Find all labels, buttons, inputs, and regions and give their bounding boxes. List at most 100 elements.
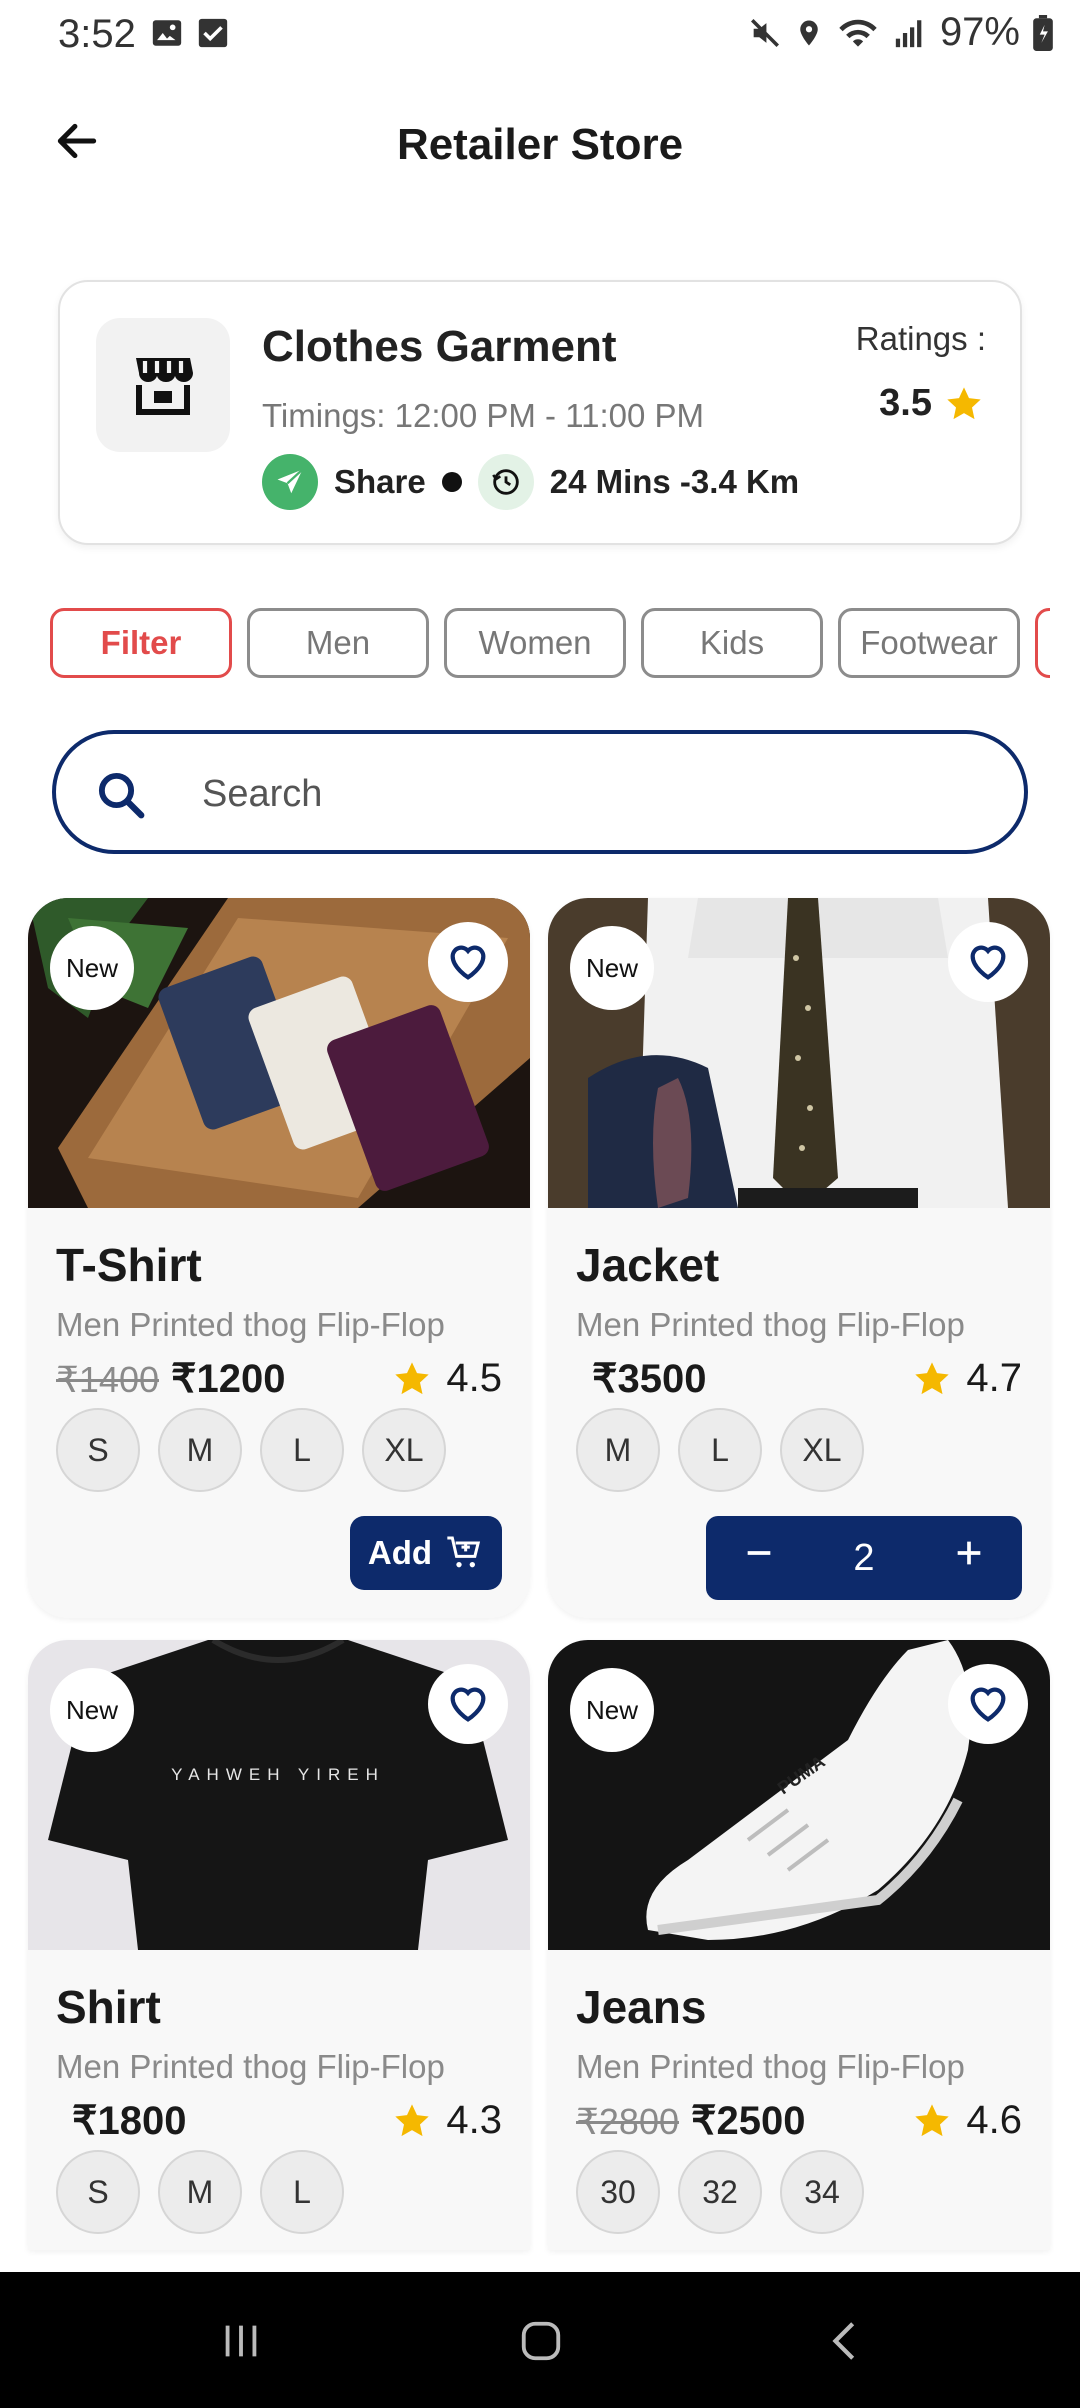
add-to-cart-button[interactable]: Add [350, 1516, 502, 1590]
product-name: T-Shirt [56, 1239, 202, 1291]
size-option[interactable]: 30 [576, 2150, 660, 2234]
system-navigation-bar [0, 2272, 1080, 2408]
size-option[interactable]: S [56, 1408, 140, 1492]
store-rating: 3.5 [879, 382, 984, 425]
chip-kids[interactable]: Kids [641, 608, 823, 678]
battery-percent: 97% [939, 10, 1020, 54]
size-option[interactable]: S [56, 2150, 140, 2234]
size-option[interactable]: L [678, 1408, 762, 1492]
product-card-tshirt[interactable]: New T-Shirt Men Printed thog Flip-Flop ₹… [28, 898, 530, 1618]
notification-icons [150, 16, 230, 50]
signal-icon [895, 19, 922, 47]
search-icon [98, 772, 145, 819]
size-option[interactable]: M [158, 1408, 242, 1492]
product-card-shirt[interactable]: YAHWEH YIREH New Shirt Men Printed thog … [28, 1640, 530, 2250]
filter-chip[interactable]: Filter [50, 608, 232, 678]
share-label[interactable]: Share [334, 463, 426, 501]
product-name: Shirt [56, 1981, 161, 2033]
new-badge: New [570, 926, 654, 1010]
rating-value: 4.3 [446, 2098, 502, 2142]
chip-footwear[interactable]: Footwear [838, 608, 1020, 678]
rating-value: 4.6 [966, 2098, 1022, 2142]
sale-price: ₹1800 [72, 2099, 187, 2143]
new-badge: New [570, 1668, 654, 1752]
star-icon [915, 1361, 950, 1394]
page-title: Retailer Store [396, 120, 684, 169]
size-option[interactable]: 34 [780, 2150, 864, 2234]
sale-price: ₹3500 [592, 1357, 707, 1401]
original-price: ₹2800 [576, 2101, 679, 2142]
delivery-time-icon-wrap [477, 454, 534, 510]
store-card: Clothes Garment Timings: 12:00 PM - 11:0… [58, 280, 1022, 545]
sale-price: ₹1200 [171, 1357, 286, 1401]
star-icon [395, 1361, 430, 1394]
product-card-jacket[interactable]: New Jacket Men Printed thog Flip-Flop ₹3… [548, 898, 1050, 1618]
size-option[interactable]: XL [362, 1408, 446, 1492]
size-option[interactable]: M [576, 1408, 660, 1492]
location-icon [800, 20, 818, 45]
favorite-button[interactable] [948, 1664, 1028, 1744]
size-options: S M L XL [56, 1408, 446, 1492]
quantity-value: 2 [853, 1536, 875, 1579]
system-icons: 97% [748, 10, 1054, 55]
product-description: Men Printed thog Flip-Flop [56, 2048, 445, 2085]
sale-price: ₹2500 [691, 2099, 806, 2143]
search-input[interactable] [202, 764, 962, 824]
add-label: Add [367, 1534, 433, 1571]
increment-button[interactable] [939, 1536, 999, 1580]
cart-add-icon [447, 1536, 481, 1568]
rating-value: 4.7 [966, 1356, 1022, 1400]
star-icon [395, 2103, 430, 2136]
product-name: Jacket [576, 1239, 720, 1291]
star-icon [947, 386, 981, 419]
mute-icon [750, 18, 779, 47]
new-badge: New [50, 1668, 134, 1752]
back-nav-icon[interactable] [822, 2318, 868, 2364]
store-name: Clothes Garment [262, 322, 617, 371]
category-chips: Filter Men Women Kids Footwear [50, 608, 1050, 680]
size-option[interactable]: L [260, 1408, 344, 1492]
heart-icon [450, 1687, 486, 1722]
heart-icon [970, 1687, 1006, 1722]
share-button[interactable] [262, 454, 318, 510]
tshirt-print: YAHWEH YIREH [171, 1765, 385, 1784]
gallery-icon [152, 20, 182, 46]
search-bar[interactable] [52, 730, 1028, 854]
size-options: M L XL [576, 1408, 864, 1492]
product-description: Men Printed thog Flip-Flop [576, 1306, 965, 1343]
recent-apps-icon[interactable] [218, 2318, 264, 2364]
delivery-info: 24 Mins -3.4 Km [549, 463, 800, 500]
product-rating: 4.7 [912, 1356, 1022, 1401]
favorite-button[interactable] [428, 922, 508, 1002]
quantity-stepper: 2 [706, 1516, 1022, 1600]
star-icon [915, 2103, 950, 2136]
heart-icon [450, 945, 486, 980]
product-description: Men Printed thog Flip-Flop [576, 2048, 965, 2085]
home-icon[interactable] [518, 2318, 564, 2364]
size-option[interactable]: 32 [678, 2150, 762, 2234]
wifi-icon [839, 19, 877, 47]
chip-men[interactable]: Men [247, 608, 429, 678]
chip-women[interactable]: Women [444, 608, 626, 678]
decrement-button[interactable] [729, 1536, 789, 1580]
store-timings: Timings: 12:00 PM - 11:00 PM [262, 397, 705, 434]
size-option[interactable]: M [158, 2150, 242, 2234]
original-price: ₹1400 [56, 1359, 159, 1400]
separator-dot [441, 472, 462, 492]
checkbox-icon [198, 18, 228, 48]
new-badge: New [50, 926, 134, 1010]
rating-value: 4.5 [446, 1356, 502, 1400]
battery-icon [1033, 14, 1053, 51]
product-rating: 4.3 [392, 2098, 502, 2143]
chip-partial[interactable] [1035, 608, 1050, 678]
minus-icon [747, 1551, 770, 1555]
size-option[interactable]: XL [780, 1408, 864, 1492]
size-option[interactable]: L [260, 2150, 344, 2234]
size-options: S M L [56, 2150, 344, 2234]
product-price: ₹1400 ₹1200 [56, 1356, 285, 1402]
product-card-jeans[interactable]: PUMA New Jeans Men Printed thog Flip-Flo… [548, 1640, 1050, 2250]
heart-icon [970, 945, 1006, 980]
size-options: 30 32 34 [576, 2150, 864, 2234]
favorite-button[interactable] [428, 1664, 508, 1744]
favorite-button[interactable] [948, 922, 1028, 1002]
